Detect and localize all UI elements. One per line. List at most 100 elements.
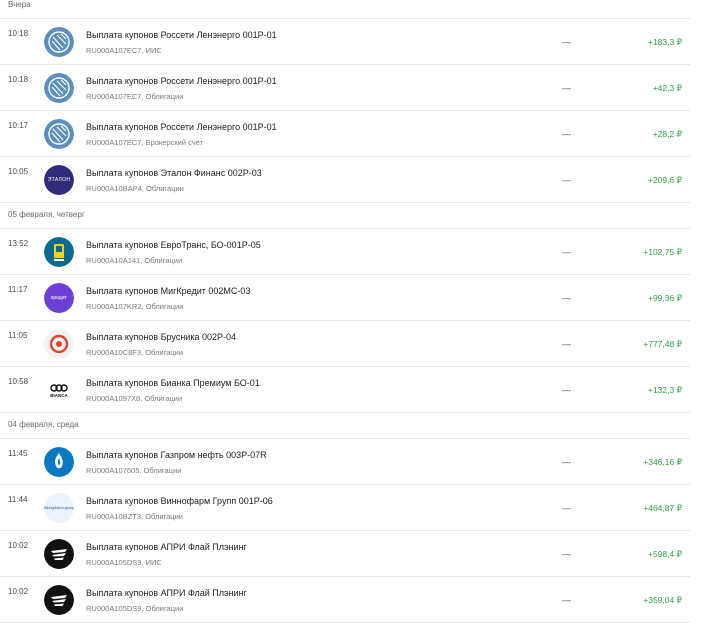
operation-account: Облигации bbox=[145, 512, 183, 521]
migkredit-logo: кредит bbox=[44, 283, 74, 313]
operation-subtitle: RU000A107EC7, ИИС bbox=[86, 46, 162, 55]
operations-list: Вчера 10:18 Выплата купонов Россети Ленэ… bbox=[0, 0, 707, 623]
operation-isin: RU000A107EC7 bbox=[86, 92, 142, 101]
operation-amount: +346,16 ₽ bbox=[643, 457, 682, 467]
operation-row[interactable]: 13:52 Выплата купонов ЕвроТранс, БО-001Р… bbox=[0, 229, 690, 275]
binnopharm-logo-text: Binnopharm group bbox=[44, 506, 74, 510]
operation-amount: +99,36 ₽ bbox=[647, 293, 682, 303]
operation-time: 11:44 bbox=[8, 495, 28, 504]
operation-time: 11:45 bbox=[8, 449, 28, 458]
operation-account: Брокерский счёт bbox=[145, 138, 204, 147]
operation-account: Облигации bbox=[145, 302, 184, 311]
operation-status: — bbox=[562, 595, 571, 605]
operation-time: 10:02 bbox=[8, 541, 29, 550]
operation-row[interactable]: 10:02 Выплата купонов АПРИ Флай Плэнинг … bbox=[0, 577, 690, 623]
date-header: Вчера bbox=[0, 0, 690, 19]
evrotrans-logo bbox=[44, 237, 74, 267]
operation-amount: +42,3 ₽ bbox=[652, 83, 682, 93]
operation-subtitle: RU000A10C8F3, Облигации bbox=[86, 348, 183, 357]
operation-status: — bbox=[562, 83, 571, 93]
operation-row[interactable]: 10:58 BIANCA Выплата купонов Бианка Прем… bbox=[0, 367, 690, 413]
operation-isin: RU000A10BAP4 bbox=[86, 184, 142, 193]
operation-isin: RU000A10C8F3 bbox=[86, 348, 142, 357]
operation-isin: RU000A107605 bbox=[86, 466, 140, 475]
operation-status: — bbox=[562, 293, 571, 303]
operation-isin: RU000A107KR2 bbox=[86, 302, 142, 311]
operation-row[interactable]: 10:05 ЭТАЛОН Выплата купонов Эталон Фина… bbox=[0, 157, 690, 203]
binnopharm-logo: Binnopharm group bbox=[44, 493, 74, 523]
operation-row[interactable]: 10:18 Выплата купонов Россети Ленэнерго … bbox=[0, 19, 690, 65]
date-header: 04 февраля, среда bbox=[0, 413, 690, 439]
operation-title: Выплата купонов Газпром нефть 003Р-07R bbox=[86, 450, 267, 460]
operation-subtitle: RU000A107605, Облигации bbox=[86, 466, 182, 475]
operation-isin: RU000A1097X8 bbox=[86, 394, 141, 403]
operation-account: Облигации bbox=[145, 92, 184, 101]
gazpromneft-logo bbox=[44, 447, 74, 477]
operation-amount: +598,4 ₽ bbox=[647, 549, 682, 559]
operation-status: — bbox=[562, 129, 571, 139]
operation-status: — bbox=[562, 385, 571, 395]
operation-account: ИИС bbox=[145, 558, 162, 567]
operation-isin: RU000A107EC7 bbox=[86, 46, 142, 55]
operation-title: Выплата купонов Брусника 002Р-04 bbox=[86, 332, 236, 342]
operation-amount: +28,2 ₽ bbox=[652, 129, 682, 139]
operation-subtitle: RU000A105DS9, Облигации bbox=[86, 604, 184, 613]
operation-time: 10:02 bbox=[8, 587, 29, 596]
operation-amount: +777,48 ₽ bbox=[643, 339, 682, 349]
operation-title: Выплата купонов АПРИ Флай Плэнинг bbox=[86, 588, 247, 598]
operation-account: Облигации bbox=[145, 348, 183, 357]
operation-amount: +183,3 ₽ bbox=[647, 37, 682, 47]
operation-isin: RU000A105DS9 bbox=[86, 604, 142, 613]
operation-isin: RU000A10BZT3 bbox=[86, 512, 142, 521]
operation-amount: +209,6 ₽ bbox=[647, 175, 682, 185]
apri-logo bbox=[44, 585, 74, 615]
operation-time: 11:17 bbox=[8, 285, 28, 294]
rosseti-logo bbox=[44, 27, 74, 57]
operation-time: 13:52 bbox=[8, 239, 29, 248]
operation-title: Выплата купонов АПРИ Флай Плэнинг bbox=[86, 542, 247, 552]
rosseti-logo bbox=[44, 119, 74, 149]
operation-isin: RU000A107EC7 bbox=[86, 138, 142, 147]
date-header: 05 февраля, четверг bbox=[0, 203, 690, 229]
operation-status: — bbox=[562, 339, 571, 349]
etalon-logo: ЭТАЛОН bbox=[44, 165, 74, 195]
operation-time: 10:58 bbox=[8, 377, 29, 386]
operation-time: 10:05 bbox=[8, 167, 29, 176]
operation-row[interactable]: 11:17 кредит Выплата купонов МигКредит 0… bbox=[0, 275, 690, 321]
operation-subtitle: RU000A10A141, Облигации bbox=[86, 256, 183, 265]
operation-time: 10:18 bbox=[8, 29, 29, 38]
operation-subtitle: RU000A10BZT3, Облигации bbox=[86, 512, 183, 521]
operation-account: Облигации bbox=[145, 604, 184, 613]
operation-title: Выплата купонов ЕвроТранс, БО-001Р-05 bbox=[86, 240, 261, 250]
operation-row[interactable]: 11:05 Выплата купонов Брусника 002Р-04 R… bbox=[0, 321, 690, 367]
operation-row[interactable]: 10:17 Выплата купонов Россети Ленэнерго … bbox=[0, 111, 690, 157]
operation-amount: +359,04 ₽ bbox=[643, 595, 682, 605]
operation-status: — bbox=[562, 549, 571, 559]
operation-title: Выплата купонов Россети Ленэнерго 001Р-0… bbox=[86, 122, 277, 132]
operation-time: 10:17 bbox=[8, 121, 29, 130]
operation-subtitle: RU000A1097X8, Облигации bbox=[86, 394, 183, 403]
operation-subtitle: RU000A107EC7, Облигации bbox=[86, 92, 184, 101]
apri-logo bbox=[44, 539, 74, 569]
operation-time: 11:05 bbox=[8, 331, 28, 340]
operation-row[interactable]: 10:02 Выплата купонов АПРИ Флай Плэнинг … bbox=[0, 531, 690, 577]
operation-status: — bbox=[562, 503, 571, 513]
operation-title: Выплата купонов Виннофарм Групп 001Р-06 bbox=[86, 496, 273, 506]
operation-row[interactable]: 11:44 Binnopharm group Выплата купонов В… bbox=[0, 485, 690, 531]
operation-status: — bbox=[562, 175, 571, 185]
operation-subtitle: RU000A107KR2, Облигации bbox=[86, 302, 184, 311]
operation-row[interactable]: 10:18 Выплата купонов Россети Ленэнерго … bbox=[0, 65, 690, 111]
bianca-logo-text: BIANCA bbox=[50, 392, 68, 398]
operation-subtitle: RU000A105DS9, ИИС bbox=[86, 558, 162, 567]
operation-isin: RU000A105DS9 bbox=[86, 558, 142, 567]
rosseti-logo bbox=[44, 73, 74, 103]
operation-isin: RU000A10A141 bbox=[86, 256, 141, 265]
operation-account: Облигации bbox=[143, 466, 182, 475]
operation-account: Облигации bbox=[144, 394, 183, 403]
operation-row[interactable]: 11:45 Выплата купонов Газпром нефть 003Р… bbox=[0, 439, 690, 485]
operation-title: Выплата купонов Бианка Премиум БО-01 bbox=[86, 378, 260, 388]
etalon-logo-text: ЭТАЛОН bbox=[47, 177, 71, 183]
migkredit-logo-text: кредит bbox=[51, 295, 67, 301]
operation-status: — bbox=[562, 457, 571, 467]
operation-subtitle: RU000A107EC7, Брокерский счёт bbox=[86, 138, 204, 147]
